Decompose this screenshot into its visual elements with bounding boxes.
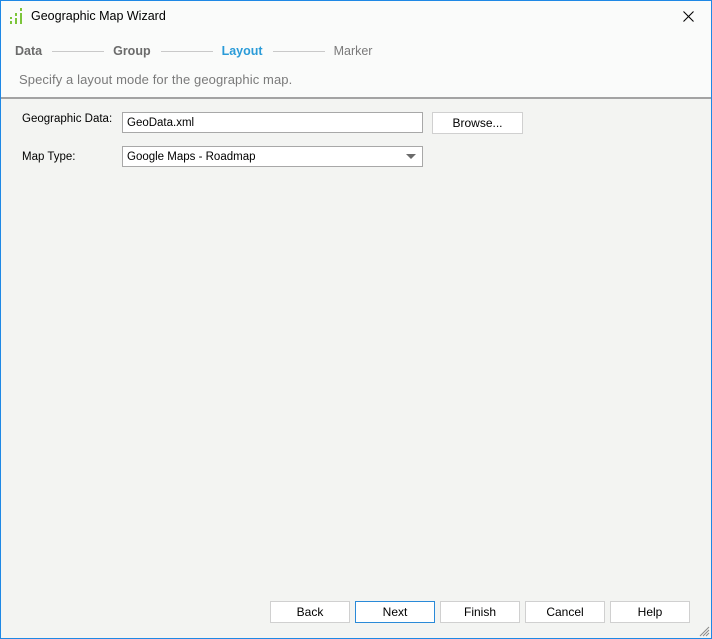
step-description: Specify a layout mode for the geographic… <box>19 72 293 87</box>
close-button[interactable] <box>665 1 711 32</box>
back-button[interactable]: Back <box>270 601 350 623</box>
map-type-value: Google Maps - Roadmap <box>127 151 256 163</box>
step-layout[interactable]: Layout <box>222 44 263 58</box>
browse-button[interactable]: Browse... <box>432 112 523 134</box>
next-button[interactable]: Next <box>355 601 435 623</box>
help-button[interactable]: Help <box>610 601 690 623</box>
step-connector <box>52 50 105 52</box>
dropdown-arrow-icon[interactable] <box>400 147 422 166</box>
map-type-select[interactable]: Google Maps - Roadmap <box>122 146 423 167</box>
wizard-dialog: Geographic Map Wizard Data Group Layout … <box>0 0 712 639</box>
step-data[interactable]: Data <box>15 44 42 58</box>
close-icon <box>682 11 694 22</box>
step-connector <box>160 50 213 52</box>
resize-grip-icon[interactable] <box>698 625 710 637</box>
geographic-data-label: Geographic Data: <box>22 113 113 125</box>
wizard-header: Data Group Layout Marker Specify a layou… <box>1 32 711 99</box>
step-connector <box>272 50 325 52</box>
step-marker[interactable]: Marker <box>334 44 373 58</box>
cancel-button[interactable]: Cancel <box>525 601 605 623</box>
geographic-data-input[interactable]: GeoData.xml <box>122 112 423 133</box>
step-group[interactable]: Group <box>113 44 151 58</box>
window-title: Geographic Map Wizard <box>31 9 166 23</box>
finish-button[interactable]: Finish <box>440 601 520 623</box>
map-type-label: Map Type: <box>22 151 76 163</box>
title-bar: Geographic Map Wizard <box>1 1 711 32</box>
bar-chart-icon <box>10 8 22 24</box>
wizard-steps: Data Group Layout Marker <box>15 43 372 59</box>
